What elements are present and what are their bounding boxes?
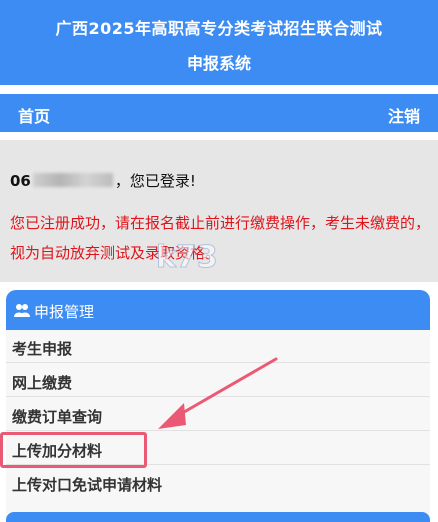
login-status: 06 ，您已登录!	[10, 170, 196, 191]
login-status-text: ，您已登录!	[114, 172, 196, 190]
panel-title: 申报管理	[34, 303, 95, 321]
menu-item-upload-exemption[interactable]: 上传对口免试申请材料	[6, 466, 430, 499]
logout-link[interactable]: 注销	[388, 103, 420, 127]
page-title: 广西2025年高职高专分类考试招生联合测试	[55, 19, 383, 38]
menu-item-label: 上传对口免试申请材料	[12, 476, 163, 494]
menu-item-label: 缴费订单查询	[12, 408, 103, 426]
watermark-logo: k73	[156, 240, 219, 276]
home-link[interactable]: 首页	[18, 103, 50, 127]
spacer	[0, 85, 438, 94]
app-header: 广西2025年高职高专分类考试招生联合测试 申报系统	[0, 0, 438, 85]
next-panel-header	[6, 512, 430, 522]
menu-item-label: 网上缴费	[12, 374, 73, 392]
user-group-icon	[14, 304, 30, 317]
spacer	[0, 132, 438, 140]
page-subtitle: 申报系统	[186, 54, 251, 73]
pointer-arrow-icon	[158, 357, 278, 429]
watermark-text: k73	[156, 240, 218, 275]
menu-item-label: 考生申报	[12, 340, 73, 358]
user-id-prefix: 06	[10, 172, 31, 190]
nav-bar: 首页 注销	[0, 94, 438, 132]
panel-header: 申报管理	[6, 290, 430, 330]
highlight-box	[0, 432, 147, 468]
redacted-name	[32, 173, 113, 187]
